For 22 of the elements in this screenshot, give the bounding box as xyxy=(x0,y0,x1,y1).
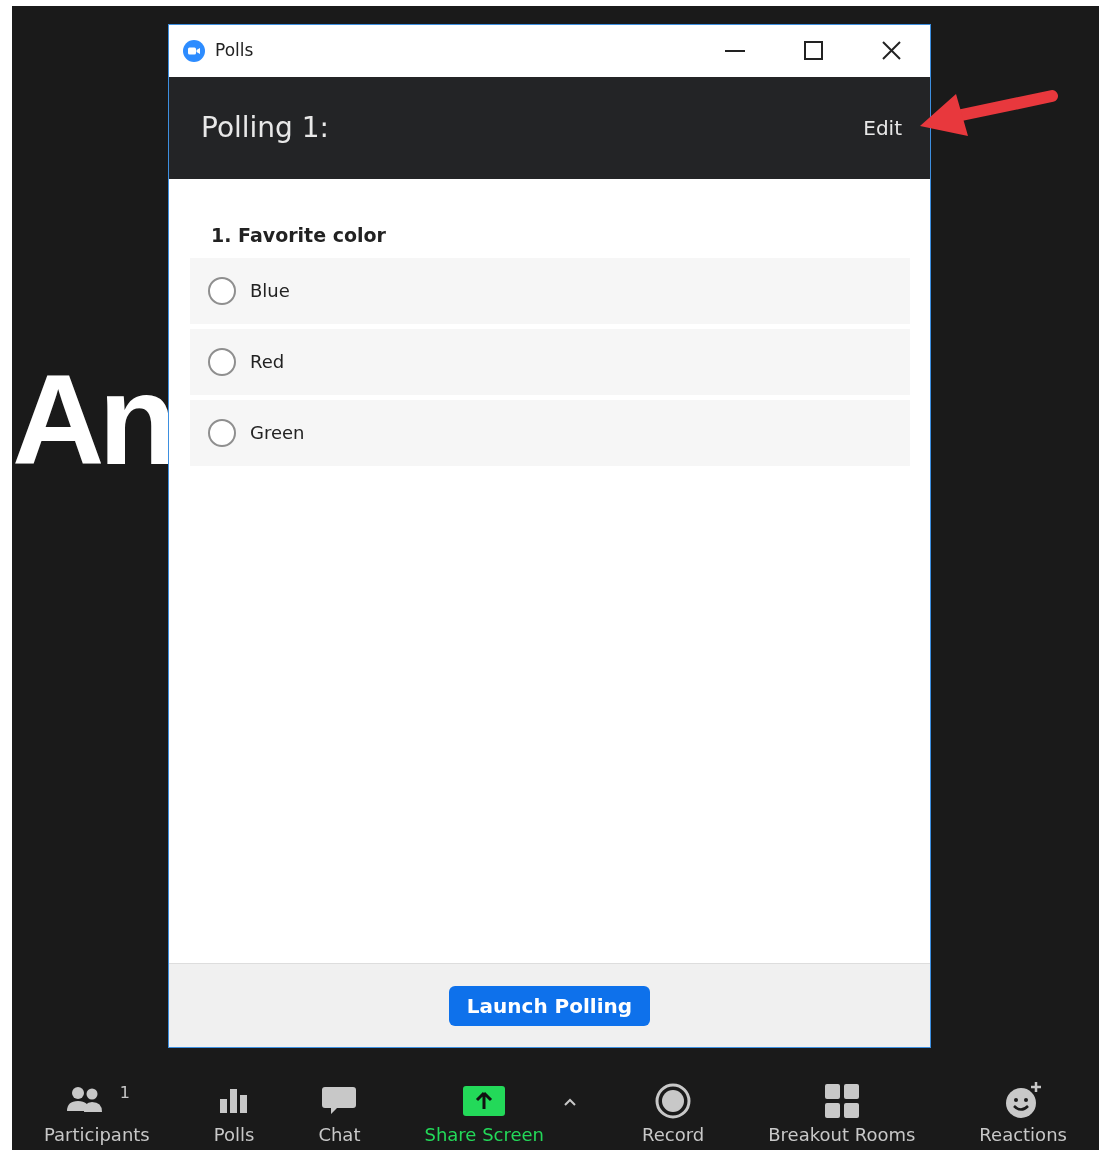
participant-count: 1 xyxy=(119,1082,130,1104)
launch-polling-button[interactable]: Launch Polling xyxy=(448,985,651,1026)
answer-option[interactable]: Green xyxy=(190,399,910,466)
poll-title: Polling 1: xyxy=(201,110,330,146)
radio-button[interactable] xyxy=(208,418,236,447)
toolbar-button[interactable]: Breakout Rooms xyxy=(768,1081,916,1148)
toolbar-button[interactable]: Reactions xyxy=(979,1081,1067,1148)
toolbar-button[interactable]: Share Screen xyxy=(424,1081,545,1148)
window-title: Polls xyxy=(215,39,254,63)
app-logo-icon xyxy=(183,40,205,62)
answer-option[interactable]: Red xyxy=(190,328,910,395)
toolbar-button[interactable]: Record xyxy=(642,1081,705,1148)
radio-button[interactable] xyxy=(208,347,236,376)
edit-link[interactable]: Edit xyxy=(863,113,902,143)
toolbar-button[interactable]: 1 Participants xyxy=(44,1081,150,1148)
answer-option[interactable]: Blue xyxy=(190,257,910,324)
question-text: 1. Favorite color xyxy=(211,223,387,248)
smiley-plus-icon xyxy=(1003,1081,1044,1121)
toolbar-button[interactable]: Chat xyxy=(318,1081,361,1148)
background-name-text: An xyxy=(12,356,171,484)
radio-button[interactable] xyxy=(208,276,236,305)
toolbar-button[interactable]: Polls xyxy=(213,1081,255,1148)
